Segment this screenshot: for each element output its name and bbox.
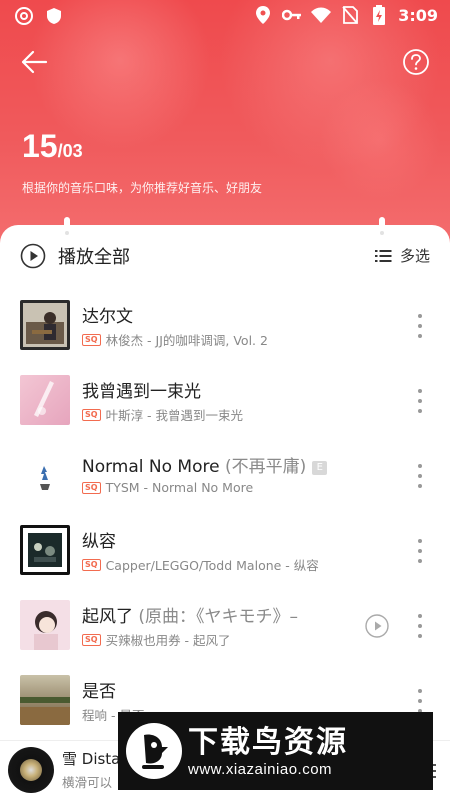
song-row[interactable]: 起风了 (原曲：《ヤキモチ》– SQ 买辣椒也用券 - 起风了 [0, 600, 450, 675]
sq-badge: SQ [82, 558, 101, 571]
play-circle-icon [20, 243, 46, 269]
watermark-overlay: 下载鸟资源 www.xiazainiao.com [118, 712, 433, 790]
player-hint: 横滑可以 [62, 775, 113, 790]
play-all-label: 播放全部 [58, 247, 130, 268]
more-options-button[interactable] [412, 389, 428, 413]
mv-play-button[interactable] [364, 613, 390, 643]
song-title: 是否 [82, 682, 116, 702]
album-cover [20, 300, 70, 350]
song-row[interactable]: 纵容 SQ Capper/LEGGO/Todd Malone - 纵容 [0, 525, 450, 600]
song-title: 纵容 [82, 532, 116, 552]
location-icon [253, 5, 273, 25]
album-cover [20, 525, 70, 575]
song-subtitle: SQ TYSM - Normal No More [82, 480, 253, 495]
arrow-left-icon [21, 50, 48, 74]
wifi-icon [311, 5, 332, 25]
multi-select-label: 多选 [399, 247, 430, 265]
album-cover [20, 675, 70, 725]
daily-subtitle: 根据你的音乐口味，为你推荐好音乐、好朋友 [22, 181, 263, 195]
explicit-badge: E [312, 461, 328, 475]
more-options-button[interactable] [412, 689, 428, 713]
song-title: Normal No More (不再平庸) E [82, 452, 328, 477]
more-options-button[interactable] [412, 314, 428, 338]
multi-select-button[interactable]: 多选 [374, 245, 430, 266]
battery-charging-icon [369, 5, 389, 25]
song-title: 达尔文 [82, 307, 133, 327]
more-options-button[interactable] [412, 614, 428, 638]
list-icon [374, 249, 392, 262]
help-button[interactable] [400, 46, 432, 78]
status-bar: 3:09 [0, 0, 450, 32]
album-cover [20, 600, 70, 650]
no-sim-icon [340, 5, 360, 25]
song-subtitle: SQ Capper/LEGGO/Todd Malone - 纵容 [82, 555, 319, 574]
sq-badge: SQ [82, 408, 101, 421]
netease-icon [14, 6, 34, 26]
album-cover [20, 375, 70, 425]
more-options-button[interactable] [412, 539, 428, 563]
back-button[interactable] [18, 46, 50, 78]
song-row[interactable]: 达尔文 SQ 林俊杰 - JJ的咖啡调调, Vol. 2 [0, 300, 450, 375]
song-title: 我曾遇到一束光 [82, 382, 201, 402]
daily-date: 15/03 [22, 128, 83, 165]
album-cover [20, 450, 70, 500]
watermark-title: 下载鸟资源 [188, 724, 348, 760]
song-row[interactable]: Normal No More (不再平庸) E SQ TYSM - Normal N… [0, 450, 450, 525]
shield-icon [44, 6, 64, 26]
card-pin-right [379, 217, 385, 239]
header-banner: 3:09 15/03 根据你的音乐口味，为你推荐好音乐、好朋友 [0, 0, 450, 250]
sq-badge: SQ [82, 333, 101, 346]
sq-badge: SQ [82, 633, 101, 646]
player-song-title: 雪 Dista [62, 750, 121, 768]
song-subtitle: SQ 买辣椒也用券 - 起风了 [82, 630, 231, 649]
sq-badge: SQ [82, 481, 101, 494]
date-month: 03 [62, 141, 83, 161]
status-time: 3:09 [398, 5, 438, 25]
song-subtitle: SQ 叶斯淳 - 我曾遇到一束光 [82, 405, 243, 424]
watermark-url: www.xiazainiao.com [188, 760, 333, 778]
question-circle-icon [403, 49, 429, 75]
card-pin-left [64, 217, 70, 239]
more-options-button[interactable] [412, 464, 428, 488]
song-title: 起风了 (原曲：《ヤキモチ》– [82, 607, 299, 627]
play-all-button[interactable]: 播放全部 [20, 243, 130, 269]
song-subtitle: SQ 林俊杰 - JJ的咖啡调调, Vol. 2 [82, 330, 268, 349]
song-row[interactable]: 我曾遇到一束光 SQ 叶斯淳 - 我曾遇到一束光 [0, 375, 450, 450]
watermark-logo-icon [126, 723, 182, 779]
date-day: 15 [22, 128, 58, 164]
key-icon [282, 5, 302, 25]
play-circle-icon [365, 614, 389, 638]
player-disc[interactable] [8, 747, 54, 793]
